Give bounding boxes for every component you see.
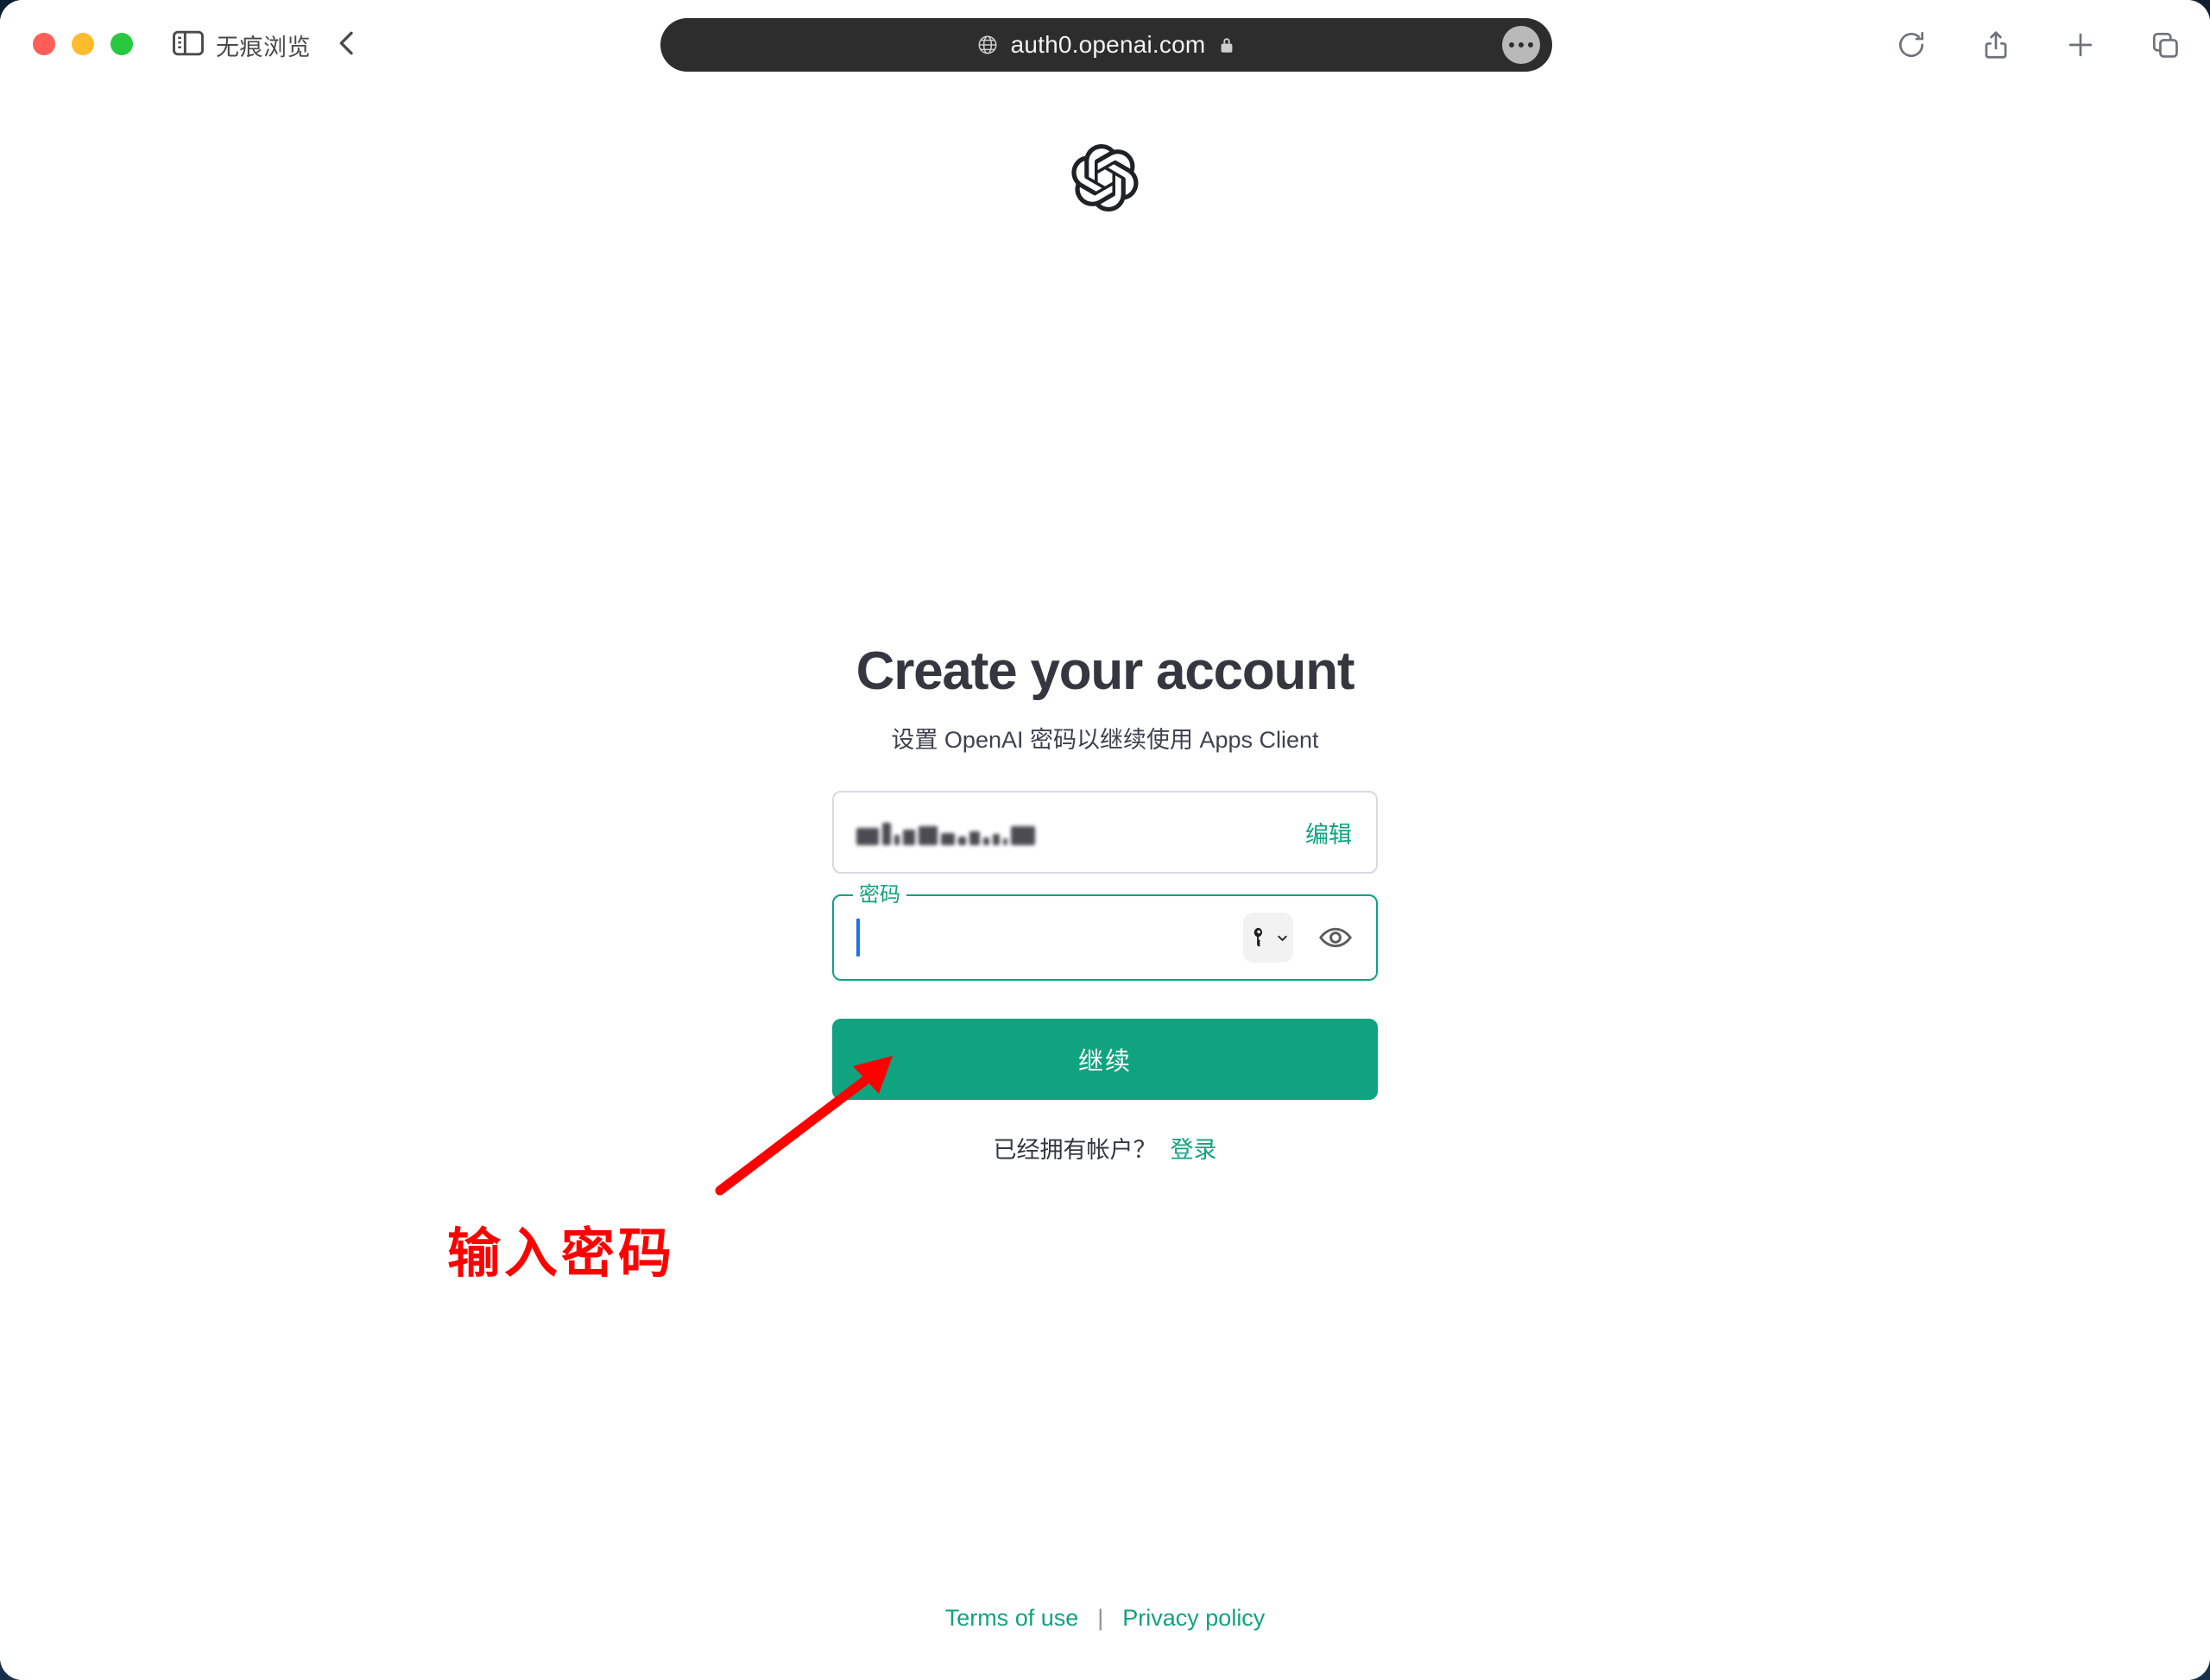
email-masked-value <box>856 819 1035 845</box>
address-bar[interactable]: auth0.openai.com <box>660 18 1552 72</box>
window-controls <box>33 33 133 55</box>
browser-toolbar: 无痕浏览 auth0.openai.com <box>0 0 2210 89</box>
reload-button[interactable] <box>1885 19 1937 71</box>
signin-prompt-text: 已经拥有帐户？ <box>993 1137 1157 1163</box>
sidebar-icon[interactable] <box>169 24 207 62</box>
page-title: Create your account <box>856 641 1355 701</box>
zoom-window-button[interactable] <box>110 33 133 55</box>
footer-separator: | <box>1097 1605 1104 1631</box>
new-tab-button[interactable] <box>2055 19 2106 71</box>
globe-icon <box>976 34 999 56</box>
back-button[interactable] <box>330 26 364 60</box>
minimize-window-button[interactable] <box>72 33 94 55</box>
edit-email-link[interactable]: 编辑 <box>1305 816 1352 849</box>
private-browsing-label: 无痕浏览 <box>216 35 311 60</box>
auth-page: Create your account 设置 OpenAI 密码以继续使用 Ap… <box>0 89 2210 1680</box>
footer-links: Terms of use | Privacy policy <box>945 1605 1266 1632</box>
password-field[interactable]: 密码 <box>832 883 1378 981</box>
key-chevron-icon[interactable] <box>1243 913 1293 963</box>
share-button[interactable] <box>1970 19 2022 71</box>
password-field-label: 密码 <box>853 883 906 907</box>
text-cursor <box>856 919 860 957</box>
annotation-label: 输入密码 <box>447 1224 676 1284</box>
terms-of-use-link[interactable]: Terms of use <box>945 1605 1079 1632</box>
tab-overview-button[interactable] <box>2139 19 2191 71</box>
lock-icon <box>1217 34 1236 56</box>
ellipsis-icon[interactable] <box>1502 26 1540 64</box>
signin-row: 已经拥有帐户？ 登录 <box>832 1131 1378 1165</box>
safari-window: 无痕浏览 auth0.openai.com Create your accoun… <box>0 0 2210 1680</box>
page-subtitle: 设置 OpenAI 密码以继续使用 Apps Client <box>891 727 1319 753</box>
openai-logo <box>1071 143 1139 212</box>
signin-link[interactable]: 登录 <box>1171 1131 1217 1165</box>
privacy-policy-link[interactable]: Privacy policy <box>1122 1605 1265 1632</box>
continue-button[interactable]: 继续 <box>832 1019 1378 1100</box>
close-window-button[interactable] <box>33 33 55 55</box>
eye-icon[interactable] <box>1316 918 1355 957</box>
toolbar-right-actions <box>1885 19 2191 71</box>
address-bar-url: auth0.openai.com <box>1010 31 1206 58</box>
email-field[interactable]: 编辑 <box>832 791 1378 874</box>
auth-card: Create your account 设置 OpenAI 密码以继续使用 Ap… <box>832 645 1378 1165</box>
